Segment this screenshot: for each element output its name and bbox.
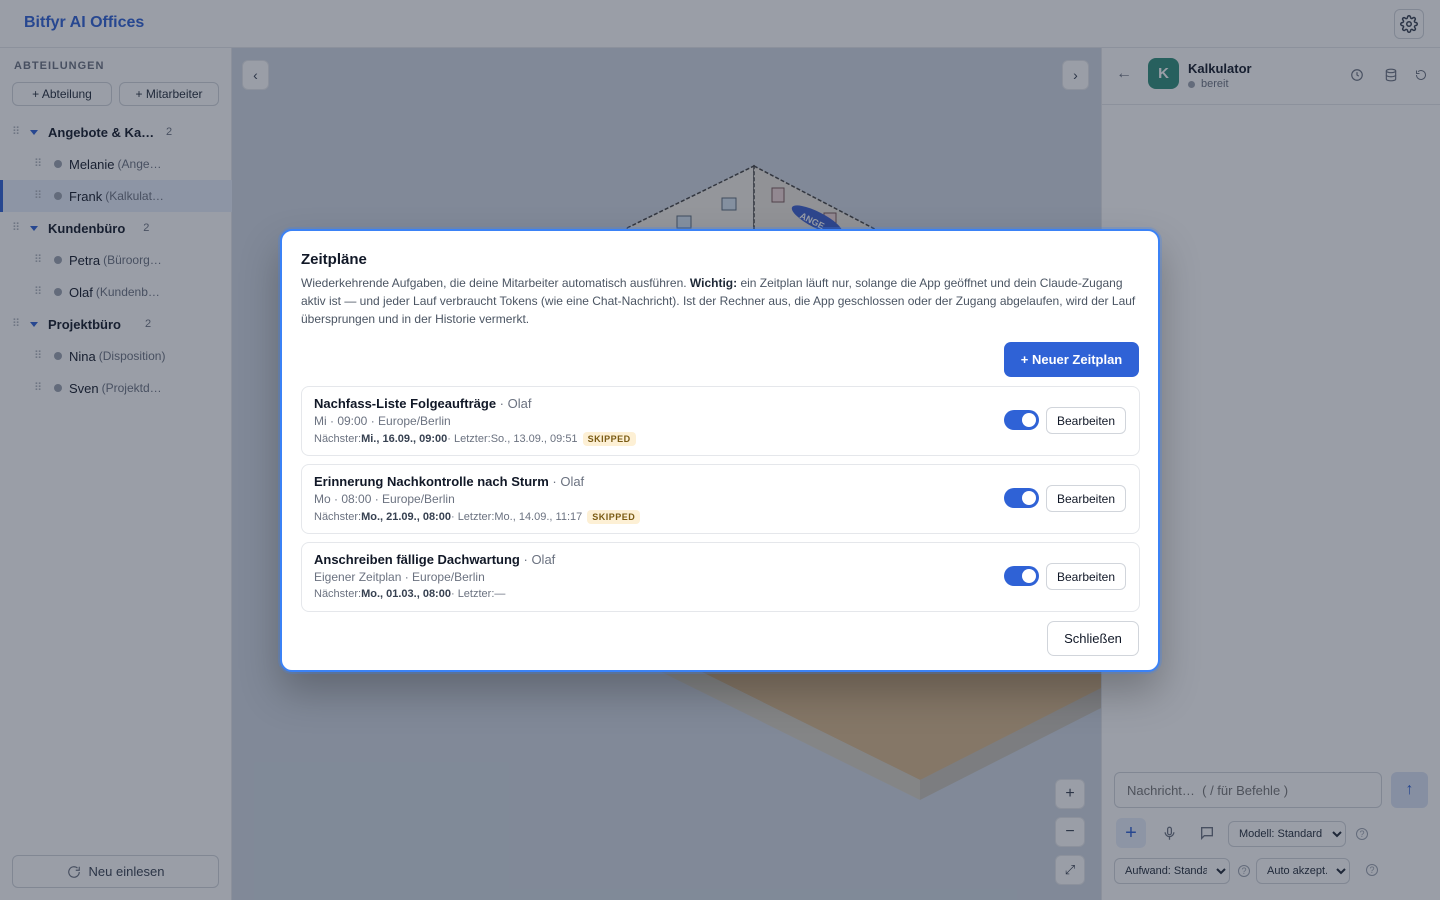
last-run-label: · Letzter: bbox=[450, 588, 495, 600]
schedule-enabled-toggle[interactable] bbox=[1004, 410, 1039, 430]
schedule-card: Nachfass-Liste Folgeaufträge · Olaf Mi ·… bbox=[301, 386, 1140, 456]
schedule-name: Nachfass-Liste Folgeaufträge bbox=[314, 396, 497, 411]
schedule-timing: Mo · 08:00 · Europe/Berlin bbox=[314, 492, 455, 506]
status-badge: SKIPPED bbox=[587, 510, 641, 524]
schedule-title: Nachfass-Liste Folgeaufträge · Olaf bbox=[314, 396, 532, 411]
schedule-card: Anschreiben fällige Dachwartung · Olaf E… bbox=[301, 542, 1140, 612]
schedule-timing: Eigener Zeitplan · Europe/Berlin bbox=[314, 570, 485, 584]
schedule-owner: Olaf bbox=[531, 552, 556, 567]
schedule-name: Erinnerung Nachkontrolle nach Sturm bbox=[314, 474, 549, 489]
next-run-value: Mo., 01.03., 08:00 bbox=[361, 588, 451, 600]
schedule-owner: Olaf bbox=[507, 396, 532, 411]
new-schedule-button[interactable]: + Neuer Zeitplan bbox=[1004, 342, 1139, 377]
last-run-label: · Letzter: bbox=[450, 511, 495, 523]
edit-button[interactable]: Bearbeiten bbox=[1046, 485, 1126, 512]
last-run-label: · Letzter: bbox=[447, 433, 491, 445]
status-badge: SKIPPED bbox=[582, 432, 636, 446]
last-run-value: Mo., 14.09., 11:17 bbox=[494, 511, 583, 523]
next-run-value: Mi., 16.09., 09:00 bbox=[361, 433, 448, 445]
next-run-value: Mo., 21.09., 08:00 bbox=[361, 511, 451, 523]
next-run-label: Nächster: bbox=[314, 433, 362, 445]
schedule-name: Anschreiben fällige Dachwartung bbox=[314, 552, 520, 567]
schedule-title: Anschreiben fällige Dachwartung · Olaf bbox=[314, 552, 556, 567]
edit-button[interactable]: Bearbeiten bbox=[1046, 563, 1126, 590]
schedule-card: Erinnerung Nachkontrolle nach Sturm · Ol… bbox=[301, 464, 1140, 534]
schedule-runs: Nächster: Mo., 21.09., 08:00 · Letzter: … bbox=[314, 510, 641, 524]
next-run-label: Nächster: bbox=[314, 511, 362, 523]
dialog-description: Wiederkehrende Aufgaben, die deine Mitar… bbox=[301, 274, 1141, 328]
description-text: Wiederkehrende Aufgaben, die deine Mitar… bbox=[301, 276, 690, 290]
last-run-value: So., 13.09., 09:51 bbox=[490, 433, 578, 445]
last-run-value: — bbox=[494, 588, 506, 600]
close-button[interactable]: Schließen bbox=[1047, 621, 1139, 656]
schedule-title: Erinnerung Nachkontrolle nach Sturm · Ol… bbox=[314, 474, 585, 489]
edit-button[interactable]: Bearbeiten bbox=[1046, 407, 1126, 434]
schedules-dialog: Zeitpläne Wiederkehrende Aufgaben, die d… bbox=[280, 229, 1160, 672]
schedule-enabled-toggle[interactable] bbox=[1004, 488, 1039, 508]
description-emphasis: Wichtig: bbox=[689, 276, 738, 290]
schedule-enabled-toggle[interactable] bbox=[1004, 566, 1039, 586]
schedule-timing: Mi · 09:00 · Europe/Berlin bbox=[314, 414, 451, 428]
schedule-list: Nachfass-Liste Folgeaufträge · Olaf Mi ·… bbox=[301, 386, 1140, 620]
dialog-title: Zeitpläne bbox=[301, 251, 367, 268]
next-run-label: Nächster: bbox=[314, 588, 362, 600]
schedule-runs: Nächster: Mo., 01.03., 08:00 · Letzter: … bbox=[314, 588, 505, 600]
schedule-owner: Olaf bbox=[560, 474, 585, 489]
schedule-runs: Nächster: Mi., 16.09., 09:00 · Letzter: … bbox=[314, 432, 636, 446]
